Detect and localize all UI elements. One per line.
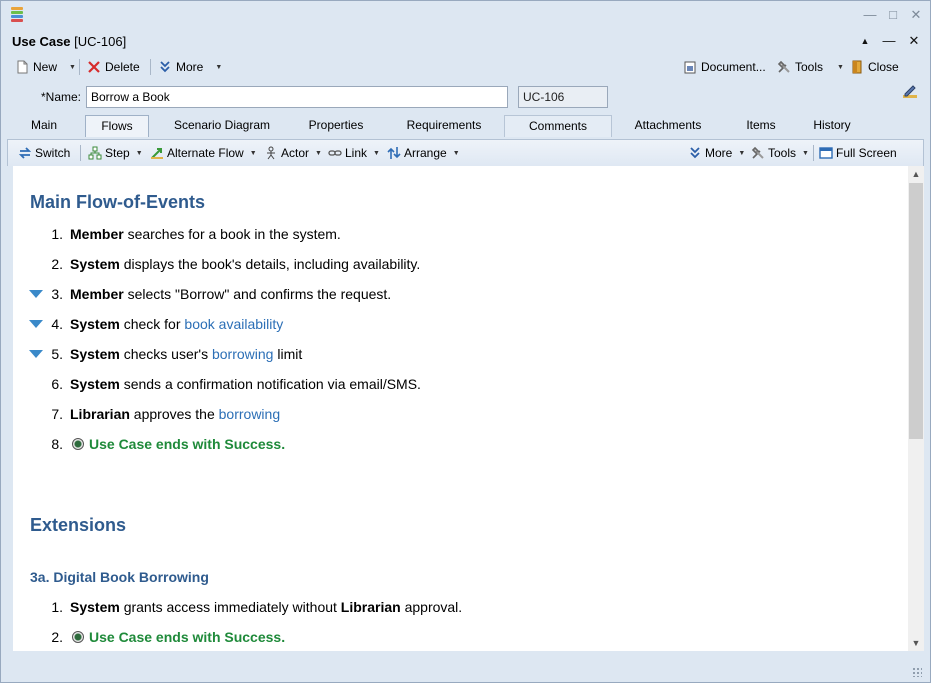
new-button[interactable]: New ▼ (15, 57, 76, 77)
tab-attachments[interactable]: Attachments (623, 115, 713, 137)
extension-3a-heading: 3a. Digital Book Borrowing (30, 569, 209, 585)
resize-grip-icon[interactable] (912, 667, 922, 677)
scrollbar-thumb[interactable] (909, 183, 923, 439)
step-button[interactable]: Step ▼ (88, 144, 143, 162)
alternate-flow-button[interactable]: Alternate Flow ▼ (150, 144, 257, 162)
switch-arrows-icon (18, 147, 32, 159)
alternate-flow-icon (151, 148, 163, 159)
list-item[interactable]: 7. Librarian approves the borrowing (13, 403, 893, 425)
close-doc-icon[interactable]: ✕ (905, 32, 923, 50)
close-window-icon[interactable]: ✕ (907, 6, 925, 24)
minimize-window-icon[interactable]: — (861, 6, 879, 24)
link-borrowing[interactable]: borrowing (219, 406, 280, 422)
extensions-heading: Extensions (30, 515, 127, 535)
list-item[interactable]: 2. Use Case ends with Success. (13, 626, 893, 648)
tab-history[interactable]: History (803, 115, 861, 137)
use-case-window: — □ ✕ Use Case [UC-106] ▲ — ✕ New ▼ Dele… (0, 0, 931, 683)
chevron-down-icon: ▼ (373, 149, 380, 157)
list-item[interactable]: 2. System displays the book's details, i… (13, 253, 893, 275)
list-item[interactable]: 3. Member selects "Borrow" and confirms … (13, 283, 893, 305)
flow-tools-button[interactable]: Tools ▼ (751, 144, 809, 162)
chevron-down-icon: ▼ (135, 149, 143, 157)
success-end-icon (72, 631, 84, 643)
step-tree-icon (88, 146, 102, 160)
tools-icon (751, 146, 764, 159)
list-item[interactable]: 8. Use Case ends with Success. (13, 433, 893, 455)
status-bar (1, 659, 930, 683)
close-button[interactable]: Close (850, 57, 899, 77)
chevron-down-icon: ▼ (452, 149, 460, 157)
full-screen-button[interactable]: Full Screen (819, 144, 897, 162)
chevron-down-icon: ▼ (215, 63, 223, 71)
chevron-down-icon: ▼ (315, 149, 322, 157)
edit-pen-icon[interactable] (901, 83, 919, 101)
main-flow-heading: Main Flow-of-Events (30, 192, 205, 212)
full-screen-icon (819, 147, 833, 159)
link-borrowing[interactable]: borrowing (212, 346, 273, 362)
app-icon (11, 7, 23, 23)
delete-button[interactable]: Delete (87, 57, 140, 77)
chevron-down-icon: ▼ (802, 149, 809, 157)
actor-stick-figure-icon (267, 146, 275, 160)
switch-button[interactable]: Switch (18, 144, 70, 162)
tab-requirements[interactable]: Requirements (393, 115, 495, 137)
vertical-scrollbar[interactable]: ▲ ▼ (908, 166, 924, 651)
flow-editor[interactable]: Main Flow-of-Events 1. Member searches f… (13, 166, 908, 651)
tools-button[interactable]: Tools ▼ (777, 57, 844, 77)
list-item[interactable]: 4. System check for book availability (13, 313, 893, 335)
more-button[interactable]: More ▼ (158, 57, 222, 77)
list-item[interactable]: 6. System sends a confirmation notificat… (13, 373, 893, 395)
title-bar: — □ ✕ (1, 1, 930, 29)
tab-strip: Main Flows Scenario Diagram Properties R… (1, 113, 930, 137)
list-item[interactable]: 5. System checks user's borrowing limit (13, 343, 893, 365)
delete-x-icon (88, 61, 100, 73)
tab-scenario-diagram[interactable]: Scenario Diagram (161, 115, 283, 137)
document-button[interactable]: Document... (683, 57, 766, 77)
flows-toolbar: Switch Step ▼ Alternate Flow ▼ Actor ▼ Link… (7, 139, 924, 166)
double-chevron-down-icon (690, 147, 700, 159)
chevron-down-icon: ▼ (249, 149, 257, 157)
flow-more-button[interactable]: More ▼ (688, 144, 745, 162)
scroll-down-icon[interactable]: ▼ (908, 635, 924, 651)
chevron-down-icon: ▼ (738, 149, 746, 157)
list-item[interactable]: 1. Member searches for a book in the sys… (13, 223, 893, 245)
list-item[interactable]: 1. System grants access immediately with… (13, 596, 893, 618)
arrange-button[interactable]: Arrange ▼ (387, 144, 460, 162)
link-book-availability[interactable]: book availability (184, 316, 283, 332)
collapse-icon[interactable]: ▲ (856, 32, 874, 50)
name-row: *Name: (1, 83, 930, 111)
chevron-down-icon: ▼ (837, 63, 844, 71)
id-field (518, 86, 608, 108)
link-button[interactable]: Link ▼ (328, 144, 380, 162)
double-chevron-down-icon (160, 61, 170, 73)
tab-items[interactable]: Items (733, 115, 789, 137)
minimize-doc-icon[interactable]: — (880, 32, 898, 50)
new-document-icon (17, 60, 28, 74)
name-label: *Name: (41, 90, 82, 104)
document-header: Use Case [UC-106] ▲ — ✕ (1, 29, 930, 53)
document-title: Use Case [UC-106] (12, 34, 127, 49)
chain-link-icon (328, 150, 342, 156)
main-toolbar: New ▼ Delete More ▼ Document... Tools ▼ … (1, 54, 930, 80)
tab-comments[interactable]: Comments (504, 115, 612, 137)
tab-flows[interactable]: Flows (85, 115, 149, 137)
exit-door-icon (852, 60, 862, 74)
tab-main[interactable]: Main (21, 115, 67, 137)
document-report-icon (684, 61, 696, 74)
maximize-window-icon[interactable]: □ (884, 6, 902, 24)
name-input[interactable] (86, 86, 508, 108)
tab-properties[interactable]: Properties (297, 115, 375, 137)
actor-button[interactable]: Actor ▼ (264, 144, 322, 162)
success-end-icon (72, 438, 84, 450)
arrange-arrows-icon (387, 147, 401, 159)
tools-icon (777, 60, 790, 73)
chevron-down-icon[interactable]: ▼ (69, 64, 76, 71)
scroll-up-icon[interactable]: ▲ (908, 166, 924, 182)
